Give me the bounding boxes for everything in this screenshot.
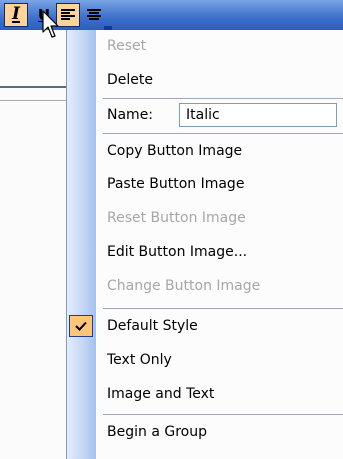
align-center-button[interactable]	[82, 3, 106, 27]
menu-item-label: Default Style	[107, 318, 198, 334]
menu-item-label: Text Only	[107, 352, 172, 368]
menu-item-text-only[interactable]: Text Only	[67, 344, 343, 378]
menu-item-image-and-text[interactable]: Image and Text	[67, 378, 343, 412]
name-label: Name:	[107, 107, 154, 123]
menu-item-label: Edit Button Image...	[107, 244, 248, 260]
menu-item-begin-a-group[interactable]: Begin a Group	[67, 416, 343, 450]
context-menu: Reset Delete Name: Copy Button Image Pas…	[66, 30, 343, 459]
italic-button[interactable]: I	[4, 3, 28, 27]
checkmark-icon	[75, 321, 87, 331]
menu-item-label: Reset	[107, 38, 147, 54]
menu-item-label: Begin a Group	[107, 424, 207, 440]
document-background	[0, 30, 66, 459]
menu-item-label: Reset Button Image	[107, 210, 246, 226]
menu-item-label: Delete	[107, 72, 153, 88]
ruler-line	[0, 100, 66, 101]
menu-item-name: Name:	[67, 99, 343, 133]
menu-item-copy-button-image[interactable]: Copy Button Image	[67, 135, 343, 169]
menu-item-label: Copy Button Image	[107, 143, 243, 159]
checked-indicator	[69, 315, 93, 337]
menu-item-label: Image and Text	[107, 386, 215, 402]
align-center-icon	[87, 9, 101, 20]
menu-item-default-style[interactable]: Default Style	[67, 310, 343, 344]
menu-item-label: Paste Button Image	[107, 176, 245, 192]
menu-item-change-button-image[interactable]: Change Button Image	[67, 270, 343, 304]
menu-separator	[103, 308, 343, 309]
menu-separator	[103, 133, 343, 134]
mouse-cursor-icon	[42, 10, 59, 38]
menu-separator	[103, 414, 343, 415]
menu-item-reset-button-image[interactable]: Reset Button Image	[67, 202, 343, 236]
menu-item-edit-button-image[interactable]: Edit Button Image...	[67, 236, 343, 270]
menu-item-delete[interactable]: Delete	[67, 64, 343, 98]
name-field[interactable]	[179, 103, 337, 127]
menu-item-reset[interactable]: Reset	[67, 30, 343, 64]
align-left-icon	[61, 9, 75, 20]
italic-icon: I	[12, 4, 20, 24]
menu-item-label: Change Button Image	[107, 278, 261, 294]
ruler-line	[0, 86, 66, 88]
menu-item-paste-button-image[interactable]: Paste Button Image	[67, 168, 343, 202]
